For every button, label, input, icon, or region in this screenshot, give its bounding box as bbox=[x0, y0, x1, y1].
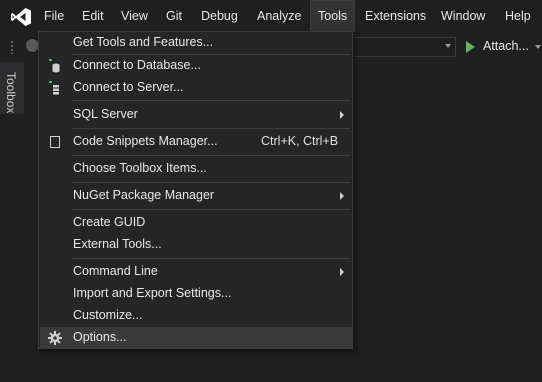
menu-item-get-tools[interactable]: Get Tools and Features... bbox=[40, 32, 352, 53]
menu-analyze[interactable]: Analyze bbox=[250, 0, 308, 32]
menu-window[interactable]: Window bbox=[434, 0, 492, 32]
menu-item-external-tools[interactable]: External Tools... bbox=[40, 234, 352, 255]
menu-item-label: Command Line bbox=[73, 264, 158, 278]
toolbar-grip-icon[interactable] bbox=[10, 40, 14, 54]
menu-view[interactable]: View bbox=[114, 0, 155, 32]
menu-separator bbox=[72, 258, 350, 259]
menu-separator bbox=[72, 209, 350, 210]
menu-item-code-snippets[interactable]: Code Snippets Manager... Ctrl+K, Ctrl+B bbox=[40, 131, 352, 152]
menu-item-command-line[interactable]: Command Line bbox=[40, 261, 352, 282]
menu-edit[interactable]: Edit bbox=[75, 0, 111, 32]
menu-item-label: Create GUID bbox=[73, 215, 146, 229]
server-icon bbox=[49, 80, 59, 95]
chevron-down-icon[interactable] bbox=[534, 44, 541, 49]
menu-file[interactable]: File bbox=[37, 0, 71, 32]
toolbox-label: Toolbox bbox=[4, 72, 18, 114]
menu-item-label: External Tools... bbox=[73, 237, 162, 251]
submenu-arrow-icon bbox=[340, 111, 344, 119]
menu-item-label: Choose Toolbox Items... bbox=[73, 161, 207, 175]
attach-label: Attach... bbox=[483, 39, 529, 53]
menu-item-import-export[interactable]: Import and Export Settings... bbox=[40, 283, 352, 304]
gear-icon bbox=[48, 331, 62, 345]
menu-separator bbox=[72, 182, 350, 183]
play-icon bbox=[466, 40, 475, 53]
menu-item-customize[interactable]: Customize... bbox=[40, 305, 352, 326]
database-icon bbox=[49, 58, 60, 73]
menu-item-label: SQL Server bbox=[73, 107, 138, 121]
chevron-down-icon bbox=[445, 44, 451, 48]
toolbox-tab[interactable]: Toolbox bbox=[0, 62, 25, 114]
menu-item-connect-database[interactable]: Connect to Database... bbox=[40, 55, 352, 76]
menu-item-label: Get Tools and Features... bbox=[73, 35, 214, 49]
menu-item-sql-server[interactable]: SQL Server bbox=[40, 104, 352, 125]
menu-item-shortcut: Ctrl+K, Ctrl+B bbox=[261, 134, 339, 148]
menu-item-label: Connect to Database... bbox=[73, 58, 201, 72]
menu-extensions[interactable]: Extensions bbox=[358, 0, 433, 32]
menu-item-choose-toolbox[interactable]: Choose Toolbox Items... bbox=[40, 158, 352, 179]
menu-tools[interactable]: Tools bbox=[310, 0, 356, 32]
menu-item-label: NuGet Package Manager bbox=[73, 188, 215, 202]
submenu-arrow-icon bbox=[340, 268, 344, 276]
menu-item-label: Code Snippets Manager... bbox=[73, 134, 218, 148]
menu-separator bbox=[72, 128, 350, 129]
attach-button[interactable]: Attach... bbox=[466, 38, 541, 54]
menu-bar: File Edit View Git Debug Analyze Tools E… bbox=[0, 0, 542, 32]
menu-help[interactable]: Help bbox=[498, 0, 538, 32]
menu-debug[interactable]: Debug bbox=[194, 0, 245, 32]
submenu-arrow-icon bbox=[340, 192, 344, 200]
menu-item-label: Connect to Server... bbox=[73, 80, 184, 94]
tools-dropdown-menu: Get Tools and Features... Connect to Dat… bbox=[38, 31, 353, 349]
menu-item-create-guid[interactable]: Create GUID bbox=[40, 212, 352, 233]
configuration-combo[interactable] bbox=[352, 37, 456, 57]
menu-item-label: Options... bbox=[73, 330, 127, 344]
menu-separator bbox=[72, 100, 350, 101]
snippet-icon bbox=[50, 136, 60, 148]
menu-item-label: Import and Export Settings... bbox=[73, 286, 232, 300]
menu-git[interactable]: Git bbox=[159, 0, 189, 32]
menu-item-label: Customize... bbox=[73, 308, 143, 322]
menu-separator bbox=[72, 155, 350, 156]
menu-item-connect-server[interactable]: Connect to Server... bbox=[40, 77, 352, 98]
menu-item-nuget[interactable]: NuGet Package Manager bbox=[40, 185, 352, 206]
visual-studio-logo-icon[interactable] bbox=[10, 7, 32, 27]
menu-item-options[interactable]: Options... bbox=[40, 327, 352, 348]
